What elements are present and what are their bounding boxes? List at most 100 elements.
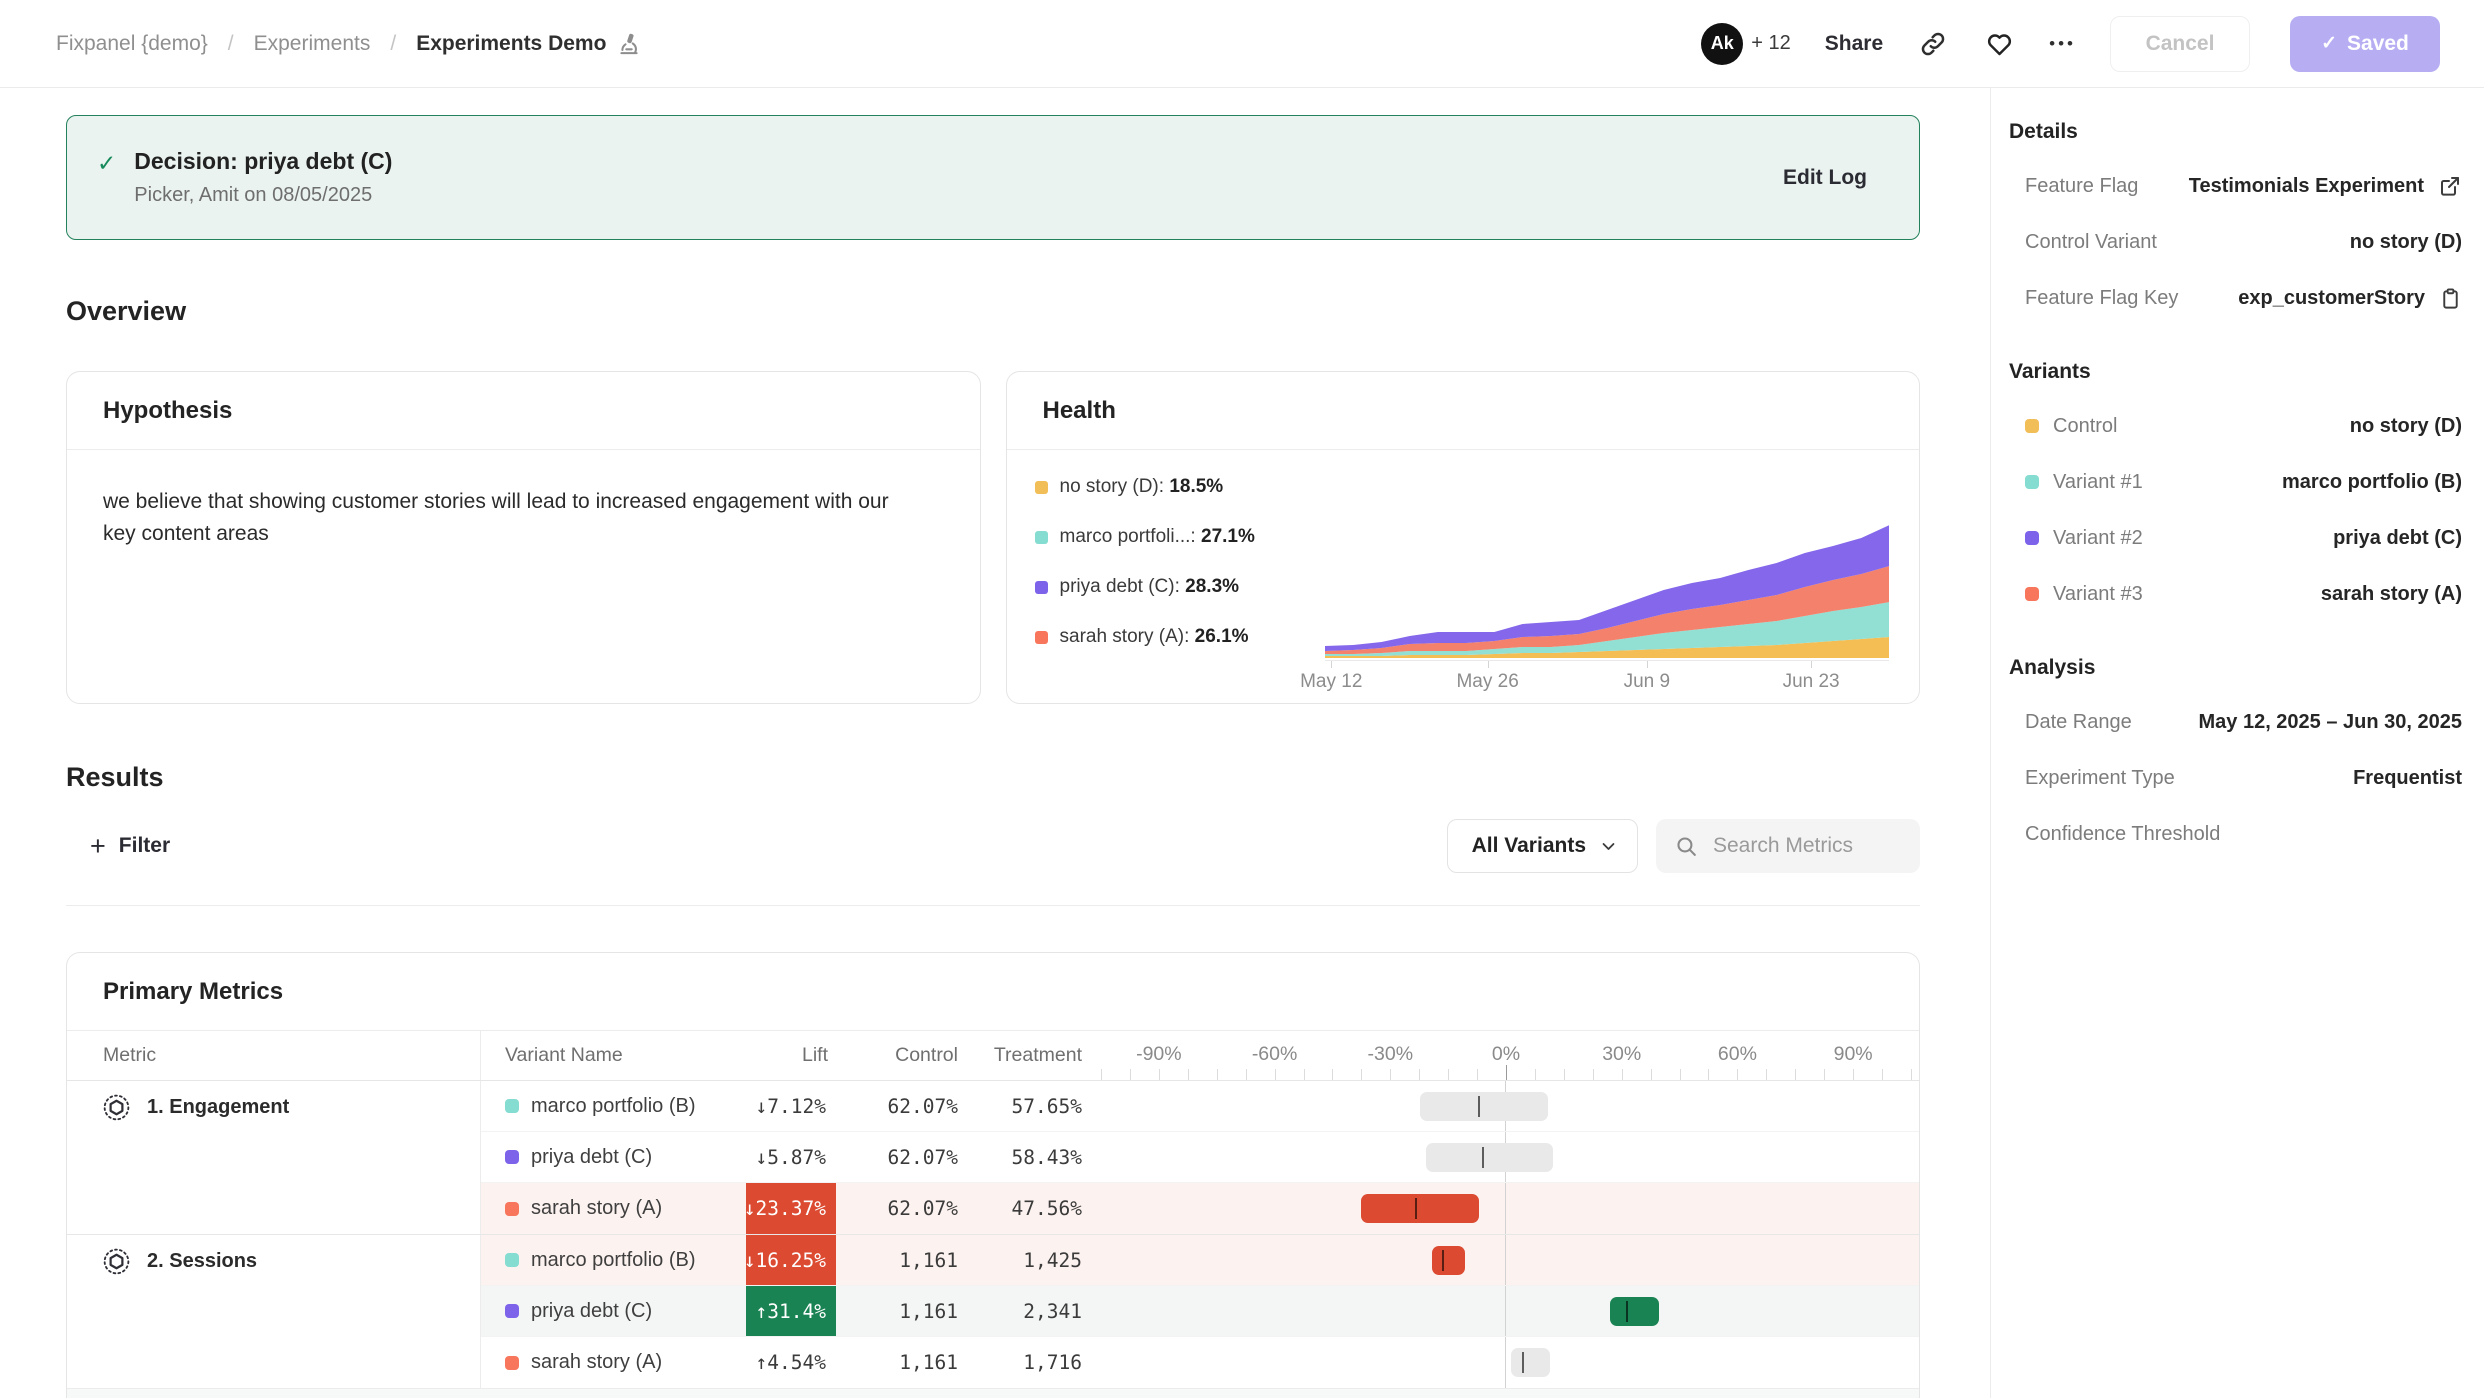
breadcrumb-project[interactable]: Fixpanel {demo} [56,32,208,56]
lift-cell: ↓23.37% [746,1183,836,1234]
sidebar-row-value: Frequentist [2353,767,2462,790]
x-axis-label: Jun 23 [1783,671,1840,693]
confidence-interval-bar[interactable] [1420,1092,1548,1121]
x-axis-label: Jun 9 [1624,671,1670,693]
sidebar-row-value: May 12, 2025 – Jun 30, 2025 [2198,711,2462,734]
table-row[interactable]: sarah story (A)↑4.54%1,1611,716 [481,1337,1920,1388]
analysis-row: Experiment TypeFrequentist [2025,762,2462,794]
table-row[interactable]: marco portfolio (B)↓16.25%1,1611,425 [481,1235,1920,1286]
copy-link-icon[interactable] [1917,28,1949,60]
search-metrics-box[interactable] [1656,819,1920,873]
variants-heading: Variants [2009,360,2462,384]
x-axis-tick [1647,661,1648,668]
legend-value: 27.1% [1201,526,1255,547]
search-metrics-input[interactable] [1713,834,1893,858]
treatment-cell: 1,425 [966,1235,1096,1285]
column-header-lift: Lift [746,1031,836,1080]
variants-section: Variants Controlno story (D)Variant #1ma… [2009,360,2462,610]
control-cell: 1,161 [836,1286,966,1336]
axis-label: -30% [1368,1043,1414,1066]
confidence-interval-bar[interactable] [1426,1143,1553,1172]
axis-tick [1911,1069,1912,1080]
variant-name: priya debt (C) [531,1300,652,1323]
axis-tick [1882,1069,1883,1080]
axis-tick [1361,1069,1362,1080]
axis-tick [1419,1069,1420,1080]
details-row: Control Variantno story (D) [2025,226,2462,258]
confidence-interval-bar[interactable] [1361,1194,1479,1223]
variant-name: sarah story (A) [531,1351,662,1374]
table-row[interactable]: marco portfolio (B)↓7.12%62.07%57.65% [481,1081,1920,1132]
health-card: Health no story (D): 18.5%marco portfoli… [1006,371,1921,704]
favorite-heart-icon[interactable] [1983,28,2015,60]
saved-button[interactable]: ✓ Saved [2290,16,2440,72]
table-row[interactable]: priya debt (C)↓5.87%62.07%58.43% [481,1132,1920,1183]
chevron-down-icon [1600,838,1617,855]
axis-tick [1246,1069,1247,1080]
share-button[interactable]: Share [1825,32,1883,56]
avatar[interactable]: Ak [1701,23,1743,65]
breadcrumb-experiments[interactable]: Experiments [254,32,371,56]
confidence-interval-bar[interactable] [1432,1246,1465,1275]
lift-point-tick [1415,1198,1417,1219]
legend-value: 26.1% [1195,626,1249,647]
axis-label: 30% [1602,1043,1641,1066]
legend-label: no story (D): 18.5% [1060,476,1224,498]
axis-tick [1593,1069,1594,1080]
axis-tick [1332,1069,1333,1080]
cancel-button[interactable]: Cancel [2110,16,2250,72]
axis-tick [1651,1069,1652,1080]
collaborators-count: + 12 [1751,32,1790,55]
confidence-interval-bar[interactable] [1610,1297,1659,1326]
page-title: Experiments Demo [416,32,606,56]
axis-tick [1304,1069,1305,1080]
column-header-variant-name: Variant Name [481,1031,746,1080]
overview-heading: Overview [66,296,1920,327]
axis-tick [1737,1069,1738,1080]
more-options-icon[interactable]: ••• [2049,34,2076,54]
sidebar-row-label: Feature Flag [2025,175,2138,198]
axis-tick [1853,1069,1854,1080]
metric-target-icon [103,1094,130,1121]
axis-tick [1506,1065,1507,1080]
search-icon [1674,834,1699,859]
legend-swatch [1035,581,1048,594]
variants-filter-dropdown[interactable]: All Variants [1447,819,1638,873]
sidebar-row-label: Variant #2 [2025,527,2143,550]
axis-tick [1680,1069,1681,1080]
external-link-icon[interactable] [2438,174,2462,198]
confidence-interval-cell [1096,1132,1920,1182]
sidebar-row-label: Variant #3 [2025,583,2143,606]
metric-cell[interactable]: 1. Engagement [67,1081,481,1234]
confidence-interval-cell [1096,1183,1920,1234]
confidence-interval-bar[interactable] [1511,1348,1550,1377]
add-filter-button[interactable]: + Filter [90,833,170,860]
edit-log-button[interactable]: Edit Log [1783,166,1867,190]
metric-cell[interactable]: 2. Sessions [67,1235,481,1388]
table-row[interactable]: priya debt (C)↑31.4%1,1612,341 [481,1286,1920,1337]
metrics-table-header: Metric Variant Name Lift Control Treatme… [67,1031,1919,1081]
saved-check-icon: ✓ [2321,32,2337,55]
variants-row: Variant #1marco portfolio (B) [2025,466,2462,498]
control-cell: 1,161 [836,1337,966,1388]
axis-label: -60% [1252,1043,1298,1066]
add-metric-button[interactable]: + Add [67,1388,1919,1398]
breadcrumb-current: Experiments Demo [416,31,642,57]
details-row: Feature Flag Keyexp_customerStory [2025,282,2462,314]
legend-swatch [1035,481,1048,494]
decision-banner: ✓ Decision: priya debt (C) Picker, Amit … [66,115,1920,240]
collaborators-group[interactable]: Ak + 12 [1701,23,1790,65]
x-axis-label: May 26 [1456,671,1518,693]
analysis-row: Confidence Threshold [2025,818,2462,850]
axis-tick [1101,1069,1102,1080]
clipboard-icon[interactable] [2439,287,2462,310]
sidebar-row-value: no story (D) [2350,415,2462,438]
sidebar-row-value: no story (D) [2350,231,2462,254]
table-row[interactable]: sarah story (A)↓23.37%62.07%47.56% [481,1183,1920,1234]
breadcrumb-separator: / [390,32,396,56]
zero-percent-line [1505,1235,1506,1285]
axis-tick [1159,1069,1160,1080]
chart-x-axis: May 12May 26Jun 9Jun 23 [1325,660,1890,694]
lift-point-tick [1522,1352,1524,1373]
metric-target-icon [103,1248,130,1275]
